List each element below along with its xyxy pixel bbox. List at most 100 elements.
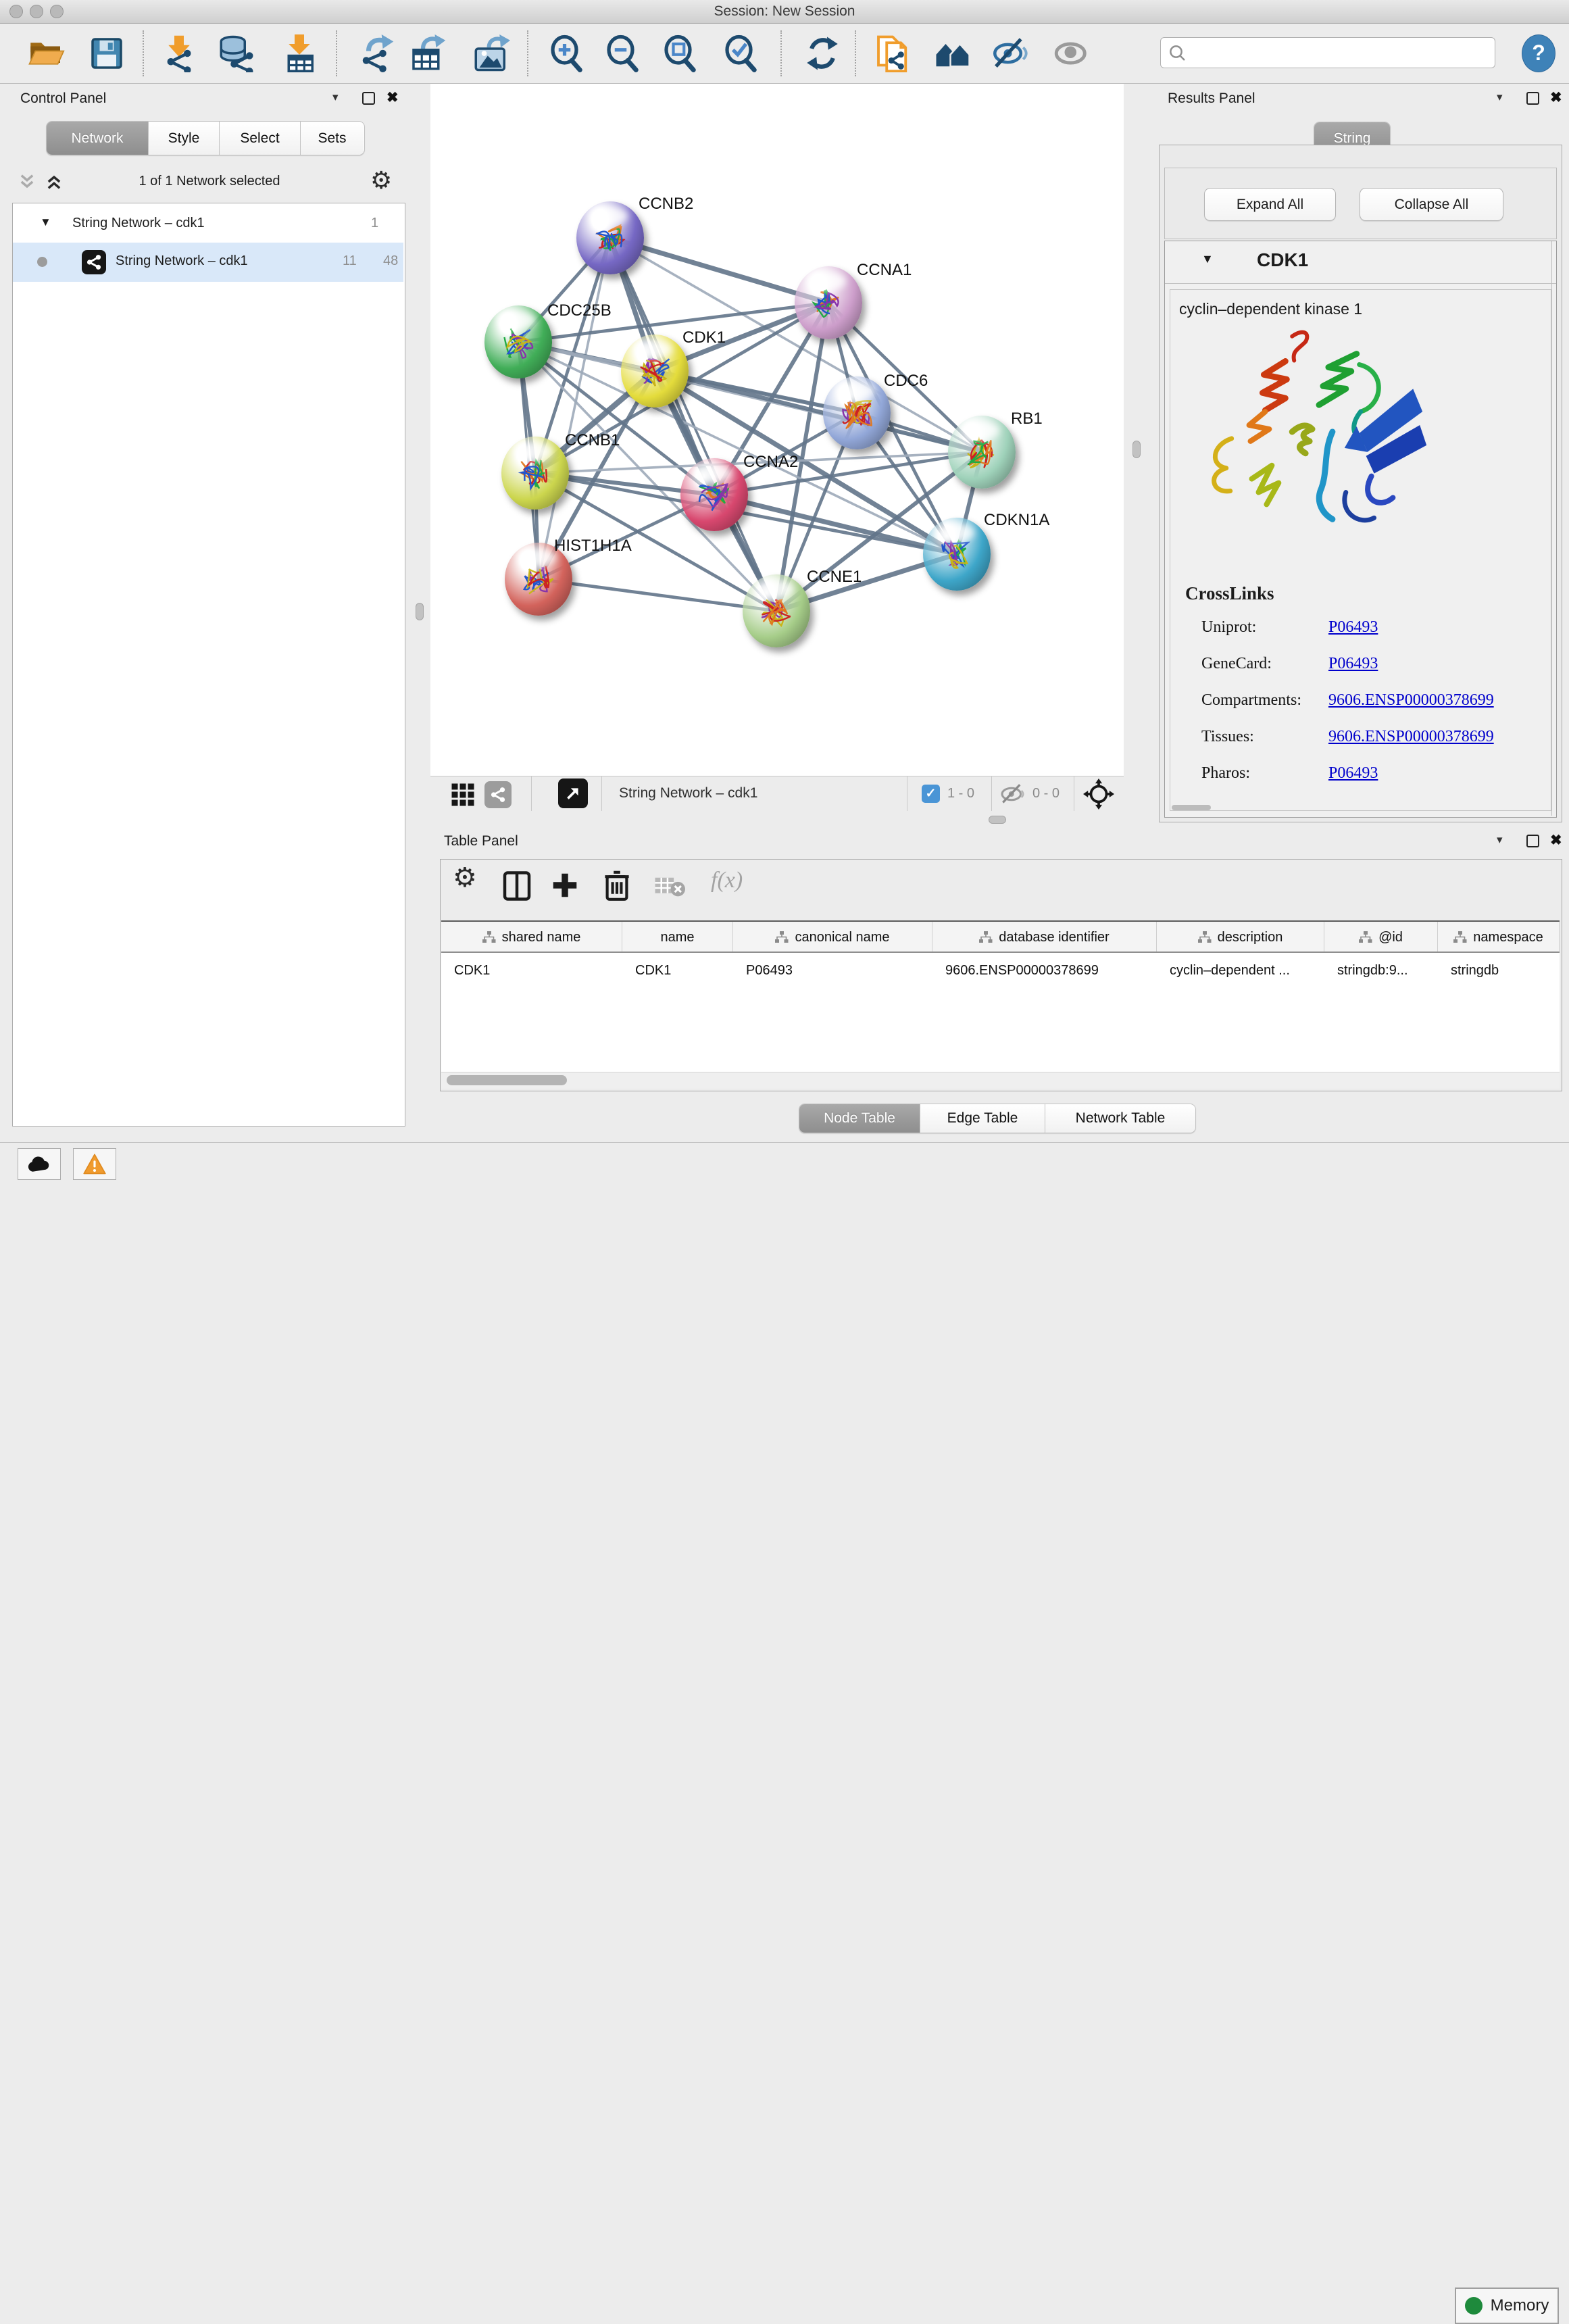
selected-checkbox-icon[interactable]: ✓ xyxy=(922,785,940,803)
node-CCNA2[interactable] xyxy=(680,458,748,531)
node-CCNB1[interactable] xyxy=(501,437,569,510)
node-CDC25B[interactable] xyxy=(484,305,552,378)
tab-network-table[interactable]: Network Table xyxy=(1045,1104,1195,1133)
zoom-out-icon[interactable] xyxy=(604,34,642,72)
export-network-icon[interactable] xyxy=(357,34,395,72)
zoom-in-icon[interactable] xyxy=(548,34,586,72)
table-cell[interactable]: CDK1 xyxy=(441,954,622,987)
collapse-all-icon[interactable] xyxy=(18,172,36,191)
results-vscroll-track[interactable] xyxy=(1551,241,1552,816)
network-view-icon[interactable] xyxy=(484,781,512,808)
table-cell[interactable]: CDK1 xyxy=(622,954,732,987)
collapse-all-button[interactable]: Collapse All xyxy=(1360,188,1503,221)
results-hscroll-thumb[interactable] xyxy=(1172,805,1211,810)
table-cell[interactable]: 9606.ENSP00000378699 xyxy=(932,954,1156,987)
node-CCNA1[interactable] xyxy=(795,266,862,339)
import-network-file-icon[interactable] xyxy=(160,34,198,72)
search-icon xyxy=(1168,43,1188,64)
panel-menu-icon[interactable]: ▾ xyxy=(1497,91,1503,104)
status-bar: Memory xyxy=(0,1142,1569,1186)
warning-status-button[interactable] xyxy=(73,1148,116,1180)
tab-sets[interactable]: Sets xyxy=(301,122,364,155)
crosslink-link[interactable]: 9606.ENSP00000378699 xyxy=(1328,728,1494,746)
import-network-database-icon[interactable] xyxy=(218,34,255,72)
table-hscroll-thumb[interactable] xyxy=(447,1075,567,1085)
zoom-fit-icon[interactable] xyxy=(662,34,699,72)
tab-node-table[interactable]: Node Table xyxy=(799,1104,920,1133)
export-image-icon[interactable] xyxy=(472,34,510,72)
cloud-status-button[interactable] xyxy=(18,1148,61,1180)
panel-menu-icon[interactable]: ▾ xyxy=(332,91,339,104)
show-hidden-icon[interactable] xyxy=(1053,34,1091,72)
tab-select[interactable]: Select xyxy=(220,122,301,155)
expand-all-button[interactable]: Expand All xyxy=(1204,188,1336,221)
collection-expander-icon[interactable]: ▼ xyxy=(40,216,51,229)
search-input[interactable] xyxy=(1192,41,1485,64)
node-CDKN1A[interactable] xyxy=(923,518,991,591)
detach-view-icon[interactable] xyxy=(558,778,588,808)
table-options-gear-icon[interactable]: ⚙ xyxy=(453,862,477,893)
node-CDC6[interactable] xyxy=(823,376,891,449)
table-cell[interactable]: stringdb:9... xyxy=(1324,954,1437,987)
column-header-shared-name[interactable]: shared name xyxy=(441,922,622,953)
panel-close-icon[interactable]: ✖ xyxy=(387,89,399,106)
node-CDK1[interactable] xyxy=(621,335,689,407)
crosslink-link[interactable]: P06493 xyxy=(1328,764,1378,783)
network-options-gear-icon[interactable]: ⚙ xyxy=(370,166,392,195)
expand-all-icon[interactable] xyxy=(45,172,64,191)
gene-expander-icon[interactable]: ▼ xyxy=(1201,252,1214,266)
show-columns-icon[interactable] xyxy=(503,870,531,901)
apply-layout-icon[interactable] xyxy=(803,34,841,72)
column-header--id[interactable]: @id xyxy=(1324,922,1438,953)
tab-style[interactable]: Style xyxy=(149,122,220,155)
panel-menu-icon[interactable]: ▾ xyxy=(1497,833,1503,847)
save-session-icon[interactable] xyxy=(88,34,126,72)
table-cell[interactable]: cyclin–dependent ... xyxy=(1157,954,1324,987)
column-header-name[interactable]: name xyxy=(622,922,733,953)
node-RB1[interactable] xyxy=(948,416,1016,489)
crosslink-link[interactable]: 9606.ENSP00000378699 xyxy=(1328,691,1494,710)
tab-edge-table[interactable]: Edge Table xyxy=(920,1104,1045,1133)
network-canvas[interactable]: CCNB2CCNA1CDC25BCDK1CDC6RB1CCNB1CCNA2CDK… xyxy=(430,84,1124,776)
node-CCNB2[interactable] xyxy=(576,201,644,274)
left-splitter-handle[interactable] xyxy=(416,603,424,620)
table-cell[interactable]: stringdb xyxy=(1438,954,1559,987)
node-label-CCNB2: CCNB2 xyxy=(639,195,693,214)
open-session-icon[interactable] xyxy=(27,34,65,72)
delete-column-icon[interactable] xyxy=(603,869,631,901)
zoom-selected-icon[interactable] xyxy=(722,34,760,72)
grid-view-icon[interactable] xyxy=(451,783,475,807)
tab-network[interactable]: Network xyxy=(47,122,149,155)
crosslink-link[interactable]: P06493 xyxy=(1328,618,1378,637)
panel-float-icon[interactable] xyxy=(1526,92,1539,105)
help-button[interactable]: ? xyxy=(1522,34,1555,72)
panel-float-icon[interactable] xyxy=(362,92,375,105)
column-header-description[interactable]: description xyxy=(1157,922,1324,953)
network-overview-icon[interactable] xyxy=(934,34,972,72)
table-cell[interactable]: P06493 xyxy=(733,954,932,987)
node-gloss-highlight xyxy=(962,421,999,440)
birdseye-crosshair-icon[interactable] xyxy=(1083,778,1114,810)
hide-selected-icon[interactable] xyxy=(991,34,1029,72)
panel-float-icon[interactable] xyxy=(1526,835,1539,847)
search-box[interactable] xyxy=(1160,37,1495,68)
column-header-canonical-name[interactable]: canonical name xyxy=(733,922,932,953)
network-collection-row[interactable]: ▼ String Network – cdk1 1 xyxy=(13,210,403,240)
clone-network-icon[interactable] xyxy=(874,34,912,72)
export-table-icon[interactable] xyxy=(409,34,447,72)
memory-button[interactable]: Memory xyxy=(1455,2288,1559,2324)
node-table[interactable]: shared namenamecanonical namedatabase id… xyxy=(441,920,1560,1073)
gene-header-row[interactable]: ▼ CDK1 xyxy=(1165,241,1556,284)
panel-close-icon[interactable]: ✖ xyxy=(1550,89,1562,106)
network-row-selected[interactable]: String Network – cdk1 11 48 xyxy=(13,243,403,282)
crosslink-link[interactable]: P06493 xyxy=(1328,655,1378,673)
node-CCNE1[interactable] xyxy=(743,574,810,647)
node-label-CCNA1: CCNA1 xyxy=(857,261,912,280)
table-hscrollbar[interactable] xyxy=(441,1072,1560,1089)
column-header-database-identifier[interactable]: database identifier xyxy=(932,922,1157,953)
hidden-eye-slash-icon[interactable] xyxy=(999,782,1026,806)
column-header-namespace[interactable]: namespace xyxy=(1438,922,1560,953)
panel-close-icon[interactable]: ✖ xyxy=(1550,832,1562,849)
import-table-file-icon[interactable] xyxy=(280,34,318,72)
create-column-icon[interactable] xyxy=(550,870,580,900)
